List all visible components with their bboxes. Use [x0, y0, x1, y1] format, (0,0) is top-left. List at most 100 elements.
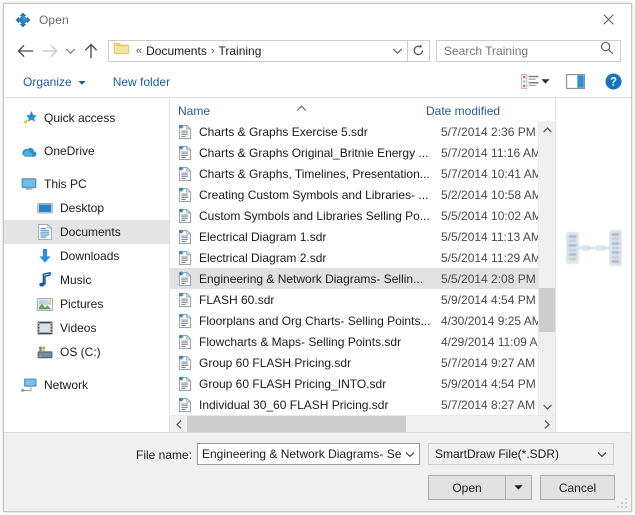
- back-button[interactable]: [13, 39, 37, 63]
- breadcrumb-separator[interactable]: ›: [207, 45, 219, 57]
- file-date-cell: 5/9/2014 4:54 PM: [441, 292, 536, 307]
- sidebar-item-this-pc[interactable]: This PC: [4, 172, 169, 196]
- documents-icon: [37, 224, 53, 240]
- file-type-combobox[interactable]: SmartDraw File(*.SDR): [428, 443, 614, 465]
- search-icon[interactable]: [600, 41, 614, 60]
- file-name-cell: Floorplans and Org Charts- Selling Point…: [199, 313, 431, 328]
- file-name-cell: Group 60 FLASH Pricing_INTO.sdr: [199, 376, 387, 391]
- nav-gap: [4, 130, 169, 139]
- navigation-pane: Quick access OneDrive This PC Desktop Do…: [4, 98, 170, 432]
- file-name-cell: Electrical Diagram 1.sdr: [199, 229, 327, 244]
- sdr-file-icon: [177, 291, 193, 308]
- table-row[interactable]: Charts & Graphs Original_Britnie Energy …: [170, 142, 538, 163]
- file-list-header: Name Date modified: [170, 98, 555, 121]
- close-button[interactable]: [586, 4, 631, 34]
- forward-button: [37, 39, 61, 63]
- file-name-cell: Individual 30_60 FLASH Pricing.sdr: [199, 397, 389, 412]
- sidebar-item-music[interactable]: Music: [4, 268, 169, 292]
- sidebar-item-videos[interactable]: Videos: [4, 316, 169, 340]
- table-row[interactable]: Group 60 FLASH Pricing_INTO.sdr 5/9/2014 …: [170, 373, 538, 394]
- sidebar-item-onedrive[interactable]: OneDrive: [4, 139, 169, 163]
- scroll-down-icon[interactable]: [539, 398, 555, 415]
- file-name-chevron-down-icon[interactable]: [401, 451, 419, 458]
- up-one-level-button[interactable]: [79, 39, 103, 63]
- refresh-button[interactable]: [408, 39, 430, 62]
- table-row[interactable]: Group 60 FLASH Pricing.sdr 5/7/2014 9:27 …: [170, 352, 538, 373]
- dialog-body: Quick access OneDrive This PC Desktop Do…: [4, 98, 631, 433]
- table-row[interactable]: Flowcharts & Maps- Selling Points.sdr 4/2…: [170, 331, 538, 352]
- open-dropdown-caret-icon[interactable]: [505, 476, 531, 499]
- sidebar-item-downloads[interactable]: Downloads: [4, 244, 169, 268]
- table-row[interactable]: FLASH 60.sdr 5/9/2014 4:54 PM: [170, 289, 538, 310]
- table-row[interactable]: Charts & Graphs Exercise 5.sdr 5/7/2014 2…: [170, 121, 538, 142]
- sidebar-item-os-c[interactable]: OS (C:): [4, 340, 169, 364]
- address-bar[interactable]: « Documents › Training: [108, 39, 408, 62]
- address-row: « Documents › Training Search Training: [4, 35, 631, 66]
- file-name-cell: Flowcharts & Maps- Selling Points.sdr: [199, 334, 402, 349]
- search-input[interactable]: Search Training: [437, 44, 600, 58]
- file-list-region: Name Date modified Charts & Graphs Exerc…: [170, 98, 555, 433]
- search-box[interactable]: Search Training: [436, 39, 621, 62]
- sdr-file-icon: [177, 312, 193, 329]
- scroll-left-icon[interactable]: [170, 416, 187, 433]
- sdr-file-icon: [177, 207, 193, 224]
- sdr-file-icon: [177, 354, 193, 371]
- sidebar-item-pictures[interactable]: Pictures: [4, 292, 169, 316]
- column-header-date-modified[interactable]: Date modified: [426, 104, 555, 121]
- table-row[interactable]: Charts & Graphs, Timelines, Presentation…: [170, 163, 538, 184]
- table-row[interactable]: Electrical Diagram 1.sdr 5/5/2014 11:13 A…: [170, 226, 538, 247]
- pictures-icon: [37, 296, 53, 312]
- file-name-cell: Charts & Graphs Original_Britnie Energy …: [199, 145, 429, 160]
- scroll-right-icon[interactable]: [538, 416, 555, 433]
- horizontal-scrollbar[interactable]: [170, 415, 555, 433]
- recent-locations-button[interactable]: [61, 39, 79, 63]
- table-row[interactable]: Individual 30_60 FLASH Pricing.sdr 5/7/20…: [170, 394, 538, 415]
- open-button[interactable]: Open: [429, 476, 505, 499]
- view-layout-icon[interactable]: [521, 74, 539, 89]
- file-name-cell: FLASH 60.sdr: [199, 292, 275, 307]
- sidebar-item-label: Downloads: [60, 249, 120, 263]
- table-row[interactable]: Creating Custom Symbols and Libraries- .…: [170, 184, 538, 205]
- sidebar-item-desktop[interactable]: Desktop: [4, 196, 169, 220]
- file-date-cell: 5/5/2014 11:29 AM: [441, 250, 538, 265]
- preview-pane-icon[interactable]: [566, 74, 585, 89]
- open-button-group[interactable]: Open: [428, 475, 532, 500]
- onedrive-cloud-icon: [21, 143, 37, 159]
- vertical-scrollbar[interactable]: [538, 121, 555, 415]
- table-row[interactable]: Electrical Diagram 2.sdr 5/5/2014 11:29 A…: [170, 247, 538, 268]
- sidebar-item-quick-access[interactable]: Quick access: [4, 106, 169, 130]
- table-row[interactable]: Floorplans and Org Charts- Selling Point…: [170, 310, 538, 331]
- sidebar-item-documents[interactable]: Documents: [4, 220, 169, 244]
- new-folder-button[interactable]: New folder: [108, 72, 175, 92]
- breadcrumb-overflow[interactable]: «: [132, 45, 146, 57]
- file-name-combobox[interactable]: Engineering & Network Diagrams- Se: [197, 443, 420, 465]
- horizontal-scroll-track[interactable]: [187, 415, 538, 433]
- horizontal-scroll-thumb[interactable]: [187, 415, 406, 433]
- file-type-value[interactable]: SmartDraw File(*.SDR): [429, 447, 591, 461]
- scroll-up-icon[interactable]: [539, 121, 555, 138]
- view-chevron-down-icon[interactable]: [541, 78, 550, 85]
- help-icon[interactable]: ?: [605, 73, 622, 90]
- breadcrumb-documents[interactable]: Documents: [146, 44, 207, 58]
- sdr-file-icon: [177, 249, 193, 266]
- chevron-down-icon: [78, 75, 86, 89]
- resize-grip[interactable]: [616, 496, 628, 508]
- file-date-cell: 4/29/2014 11:09 AM: [441, 334, 538, 349]
- vertical-scroll-thumb[interactable]: [539, 288, 555, 332]
- table-row[interactable]: Engineering & Network Diagrams- Sellin..…: [170, 268, 538, 289]
- downloads-arrow-icon: [37, 248, 53, 264]
- table-row[interactable]: Custom Symbols and Libraries Selling Po.…: [170, 205, 538, 226]
- file-type-chevron-down-icon[interactable]: [591, 451, 613, 458]
- sdr-file-icon: [177, 333, 193, 350]
- file-name-input[interactable]: Engineering & Network Diagrams- Se: [198, 447, 401, 461]
- breadcrumb-training[interactable]: Training: [219, 44, 262, 58]
- file-list[interactable]: Charts & Graphs Exercise 5.sdr 5/7/2014 2…: [170, 121, 538, 415]
- file-name-cell: Engineering & Network Diagrams- Sellin..…: [199, 271, 424, 286]
- file-date-cell: 5/7/2014 11:16 AM: [441, 145, 538, 160]
- organize-button[interactable]: Organize: [18, 72, 91, 92]
- vertical-scroll-track[interactable]: [539, 138, 555, 398]
- address-chevron-down-icon[interactable]: [387, 41, 407, 61]
- sidebar-item-network[interactable]: Network: [4, 373, 169, 397]
- organize-label: Organize: [23, 74, 72, 89]
- cancel-button[interactable]: Cancel: [540, 475, 615, 500]
